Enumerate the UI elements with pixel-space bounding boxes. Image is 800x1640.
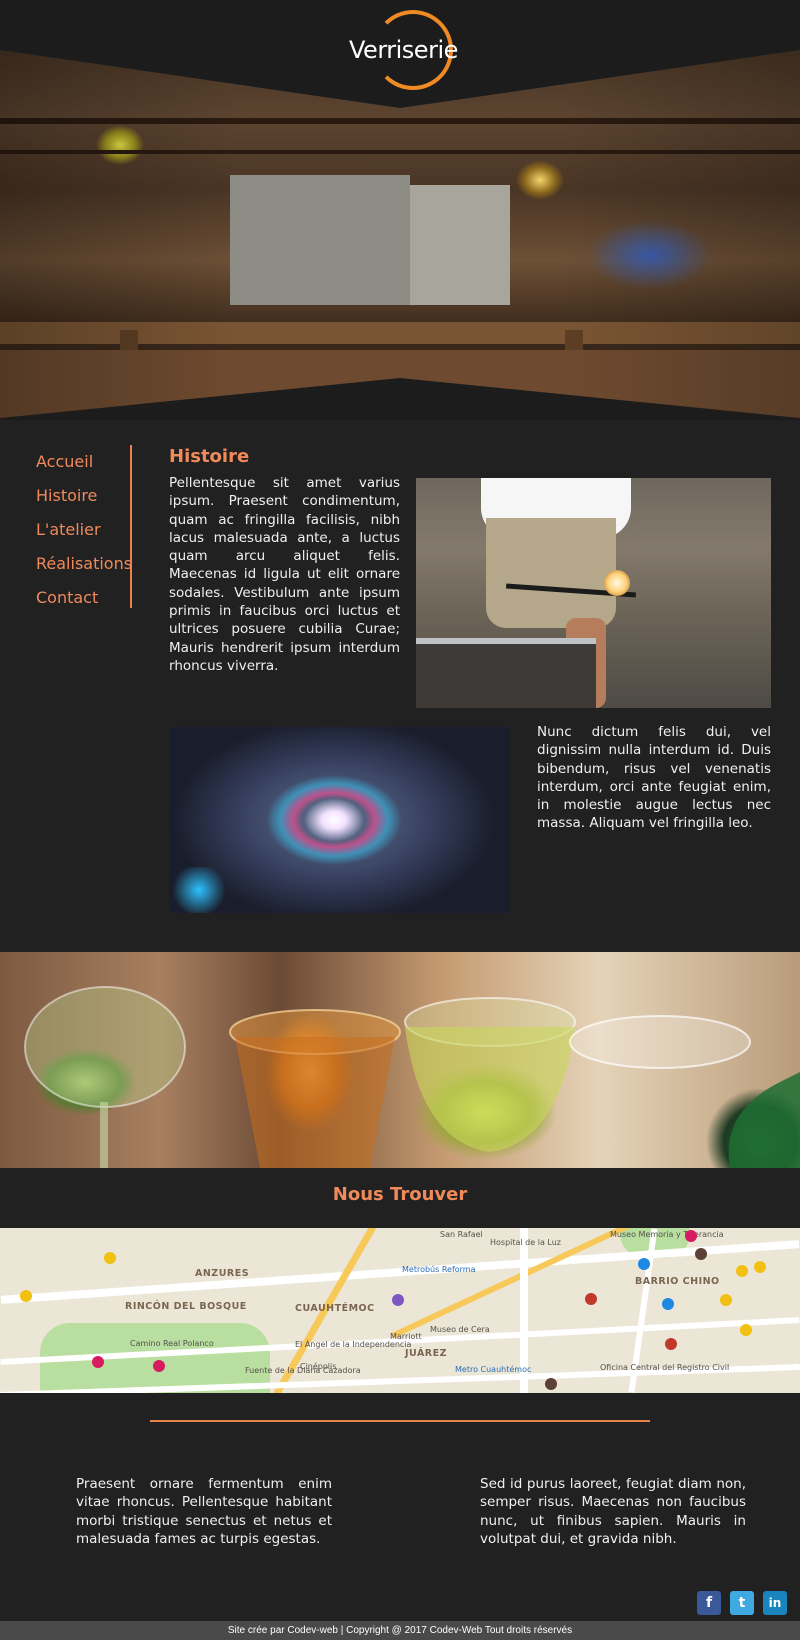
side-nav: Accueil Histoire L'atelier Réalisations … bbox=[36, 445, 132, 608]
glassblower-photo bbox=[416, 478, 771, 708]
section-title: Histoire bbox=[169, 446, 250, 467]
map-label: CUAUHTÉMOC bbox=[295, 1303, 375, 1314]
twitter-icon[interactable]: t bbox=[730, 1591, 754, 1615]
nav-item-atelier[interactable]: L'atelier bbox=[36, 513, 130, 547]
nav-item-histoire[interactable]: Histoire bbox=[36, 479, 130, 513]
footer-text-right: Sed id purus laoreet, feugiat diam non, … bbox=[480, 1476, 746, 1547]
map-label: Museo Memoria y Tolerancia bbox=[610, 1230, 724, 1239]
map-label: JUÁREZ bbox=[405, 1348, 448, 1359]
glass-swirl-photo bbox=[169, 727, 509, 913]
nav-item-realisations[interactable]: Réalisations bbox=[36, 547, 132, 581]
map-label: San Rafael bbox=[440, 1230, 483, 1239]
logo-text: Verriserie bbox=[349, 36, 458, 64]
glasses-banner bbox=[0, 952, 800, 1168]
linkedin-icon[interactable]: in bbox=[763, 1591, 787, 1615]
map-label: El Ángel de la Independencia bbox=[295, 1340, 412, 1349]
footer-divider bbox=[150, 1420, 650, 1422]
facebook-icon[interactable]: f bbox=[697, 1591, 721, 1615]
footer-text-left: Praesent ornare fermentum enim vitae rho… bbox=[76, 1476, 332, 1547]
map-label: Hospital de la Luz bbox=[490, 1238, 561, 1247]
map-label: Marriott bbox=[390, 1332, 422, 1341]
nav-item-accueil[interactable]: Accueil bbox=[36, 445, 130, 479]
map-label: Camino Real Polanco bbox=[130, 1339, 214, 1348]
map-label: Cinépolis bbox=[300, 1362, 337, 1371]
hero-banner: Verriserie bbox=[0, 0, 800, 420]
copyright-bar: Site crée par Codev-web | Copyright @ 20… bbox=[0, 1621, 800, 1640]
map-label: Museo de Cera bbox=[430, 1325, 490, 1334]
nav-item-contact[interactable]: Contact bbox=[36, 581, 130, 615]
map-label: Metro Cuauhtémoc bbox=[455, 1365, 532, 1374]
brand-logo[interactable]: Verriserie bbox=[345, 10, 458, 92]
map-label: BARRIO CHINO bbox=[635, 1276, 720, 1287]
histoire-paragraph-1: Pellentesque sit amet varius ipsum. Prae… bbox=[169, 475, 400, 674]
find-us-title: Nous Trouver bbox=[332, 1184, 468, 1205]
map-label: RINCÓN DEL BOSQUE bbox=[125, 1301, 247, 1312]
map-label: Metrobús Reforma bbox=[402, 1265, 476, 1274]
histoire-paragraph-2: Nunc dictum felis dui, vel dignissim nul… bbox=[537, 724, 771, 832]
map-label: ANZURES bbox=[195, 1268, 250, 1279]
map-label: Oficina Central del Registro Civil bbox=[600, 1363, 730, 1372]
location-map[interactable]: San Rafael Hospital de la Luz Museo Memo… bbox=[0, 1228, 800, 1393]
